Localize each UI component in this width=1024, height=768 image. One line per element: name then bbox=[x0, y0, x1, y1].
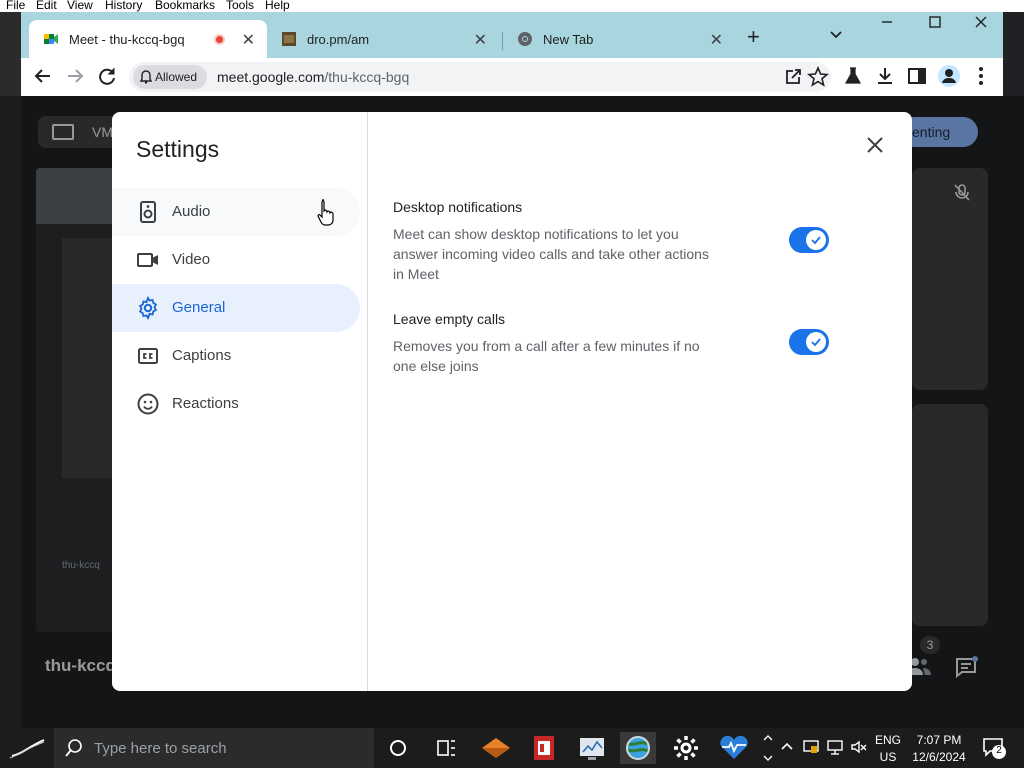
labs-flask-icon[interactable] bbox=[841, 64, 865, 88]
tab-title: dro.pm/am bbox=[307, 31, 370, 47]
nav-item-label: Captions bbox=[172, 347, 232, 364]
close-window-icon[interactable] bbox=[973, 14, 989, 35]
minimize-icon[interactable] bbox=[879, 14, 895, 35]
app-heartbeat-icon[interactable] bbox=[716, 732, 752, 764]
kebab-menu-icon[interactable] bbox=[969, 64, 993, 88]
recording-indicator-icon bbox=[214, 34, 225, 45]
settings-gear-icon[interactable] bbox=[668, 732, 704, 764]
bookmark-star-icon[interactable] bbox=[806, 65, 830, 89]
tab-new-tab[interactable]: New Tab ✕ bbox=[503, 20, 735, 58]
tray-chevron-up-icon[interactable] bbox=[780, 740, 794, 754]
language-top: ENG bbox=[874, 733, 901, 747]
url-text: meet.google.com/thu-kccq-bgq bbox=[217, 69, 409, 85]
clock-date: 12/6/2024 bbox=[912, 750, 966, 764]
tab-title: New Tab bbox=[543, 31, 594, 47]
smiley-icon bbox=[137, 393, 159, 415]
nav-item-label: Audio bbox=[172, 203, 211, 220]
check-icon bbox=[811, 338, 821, 347]
app-globe-icon[interactable] bbox=[620, 732, 656, 764]
share-icon[interactable] bbox=[781, 65, 805, 89]
nav-item-label: Reactions bbox=[172, 395, 239, 412]
language-bottom: US bbox=[879, 750, 897, 764]
closed-captions-icon bbox=[138, 348, 158, 364]
app-orange-icon[interactable] bbox=[478, 732, 514, 764]
tab-meet[interactable]: Meet - thu-kccq-bgq ✕ bbox=[29, 20, 267, 58]
videocam-icon bbox=[137, 253, 158, 267]
forward-arrow-icon[interactable] bbox=[63, 64, 87, 88]
close-tab-icon[interactable]: ✕ bbox=[474, 30, 487, 50]
nav-item-label: Video bbox=[172, 251, 211, 268]
menu-help[interactable]: Help bbox=[265, 0, 290, 12]
speaker-icon bbox=[140, 201, 156, 223]
menu-file[interactable]: File bbox=[6, 0, 25, 12]
nav-item-general[interactable]: General bbox=[112, 284, 360, 332]
tab-title: Meet - thu-kccq-bgq bbox=[69, 31, 185, 47]
leave-empty-calls-title: Leave empty calls bbox=[393, 311, 506, 327]
search-icon bbox=[65, 739, 82, 757]
website-favicon-icon bbox=[282, 32, 296, 46]
menu-edit[interactable]: Edit bbox=[36, 0, 57, 12]
google-meet-favicon-icon bbox=[44, 34, 58, 44]
tab-strip: Meet - thu-kccq-bgq ✕ dro.pm/am ✕ New Ta… bbox=[21, 12, 1003, 58]
chevron-down-icon[interactable] bbox=[829, 28, 843, 42]
network-icon[interactable] bbox=[826, 738, 844, 756]
download-icon[interactable] bbox=[873, 64, 897, 88]
url-path: /thu-kccq-bgq bbox=[324, 69, 410, 85]
side-panel-icon[interactable] bbox=[905, 64, 929, 88]
tab-dro[interactable]: dro.pm/am ✕ bbox=[267, 20, 499, 58]
check-icon bbox=[811, 236, 821, 245]
nav-item-reactions[interactable]: Reactions bbox=[112, 380, 360, 428]
desktop-notifications-toggle[interactable] bbox=[789, 227, 829, 253]
nav-item-captions[interactable]: Captions bbox=[112, 332, 360, 380]
permission-chip[interactable]: Allowed bbox=[133, 65, 207, 89]
menu-tools[interactable]: Tools bbox=[226, 0, 254, 12]
task-view-icon[interactable] bbox=[428, 732, 464, 764]
taskbar-search-box[interactable]: Type here to search bbox=[54, 728, 374, 768]
close-icon[interactable] bbox=[862, 132, 888, 158]
leave-empty-calls-description: Removes you from a call after a few minu… bbox=[393, 338, 700, 374]
maximize-icon[interactable] bbox=[927, 14, 943, 35]
close-tab-icon[interactable]: ✕ bbox=[710, 30, 723, 50]
taskbar-scroll-arrows-icon[interactable] bbox=[760, 732, 776, 764]
settings-dialog: Settings Audio Video General Captions Re… bbox=[112, 112, 912, 691]
settings-title: Settings bbox=[136, 136, 220, 162]
new-tab-plus-icon[interactable]: + bbox=[747, 24, 760, 50]
gear-icon bbox=[138, 296, 158, 320]
desktop-notifications-title: Desktop notifications bbox=[393, 199, 523, 215]
tray-security-icon[interactable] bbox=[802, 738, 820, 756]
close-tab-icon[interactable]: ✕ bbox=[242, 30, 255, 50]
desktop-notifications-description: Meet can show desktop notifications to l… bbox=[393, 226, 709, 282]
taskbar: Type here to search ENG US 7:07 PM 12/6/… bbox=[0, 728, 1024, 768]
menu-history[interactable]: History bbox=[105, 0, 142, 12]
notification-count-badge: 2 bbox=[992, 745, 1006, 759]
back-arrow-icon[interactable] bbox=[31, 64, 55, 88]
profile-avatar-icon[interactable] bbox=[937, 64, 961, 88]
browser-toolbar: Allowed meet.google.com/thu-kccq-bgq bbox=[21, 58, 1003, 96]
app-red-document-icon[interactable] bbox=[526, 732, 562, 764]
bell-icon bbox=[140, 70, 152, 84]
chrome-icon bbox=[518, 32, 532, 46]
menu-bookmarks[interactable]: Bookmarks bbox=[155, 0, 215, 12]
clock-time: 7:07 PM bbox=[916, 733, 962, 747]
nav-item-video[interactable]: Video bbox=[112, 236, 360, 284]
app-monitor-chart-icon[interactable] bbox=[574, 732, 610, 764]
cortana-circle-icon[interactable] bbox=[380, 732, 416, 764]
browser-window: Meet - thu-kccq-bgq ✕ dro.pm/am ✕ New Ta… bbox=[21, 12, 1003, 96]
toggle-knob bbox=[806, 230, 826, 250]
clock[interactable]: 7:07 PM 12/6/2024 bbox=[906, 733, 972, 764]
host-menu-bar: File Edit View History Bookmarks Tools H… bbox=[0, 0, 1024, 12]
start-swoosh-icon[interactable] bbox=[8, 734, 48, 762]
address-bar[interactable]: Allowed meet.google.com/thu-kccq-bgq bbox=[129, 62, 831, 92]
menu-view[interactable]: View bbox=[67, 0, 93, 12]
leave-empty-calls-toggle[interactable] bbox=[789, 329, 829, 355]
url-host: meet.google.com bbox=[217, 69, 325, 85]
taskbar-search-placeholder: Type here to search bbox=[94, 740, 227, 757]
volume-muted-icon[interactable] bbox=[850, 738, 868, 756]
language-indicator[interactable]: ENG US bbox=[872, 733, 904, 764]
toggle-knob bbox=[806, 332, 826, 352]
nav-item-label: General bbox=[172, 299, 226, 316]
permission-chip-label: Allowed bbox=[155, 70, 198, 84]
reload-icon[interactable] bbox=[95, 64, 119, 88]
hand-cursor-icon bbox=[317, 199, 334, 226]
